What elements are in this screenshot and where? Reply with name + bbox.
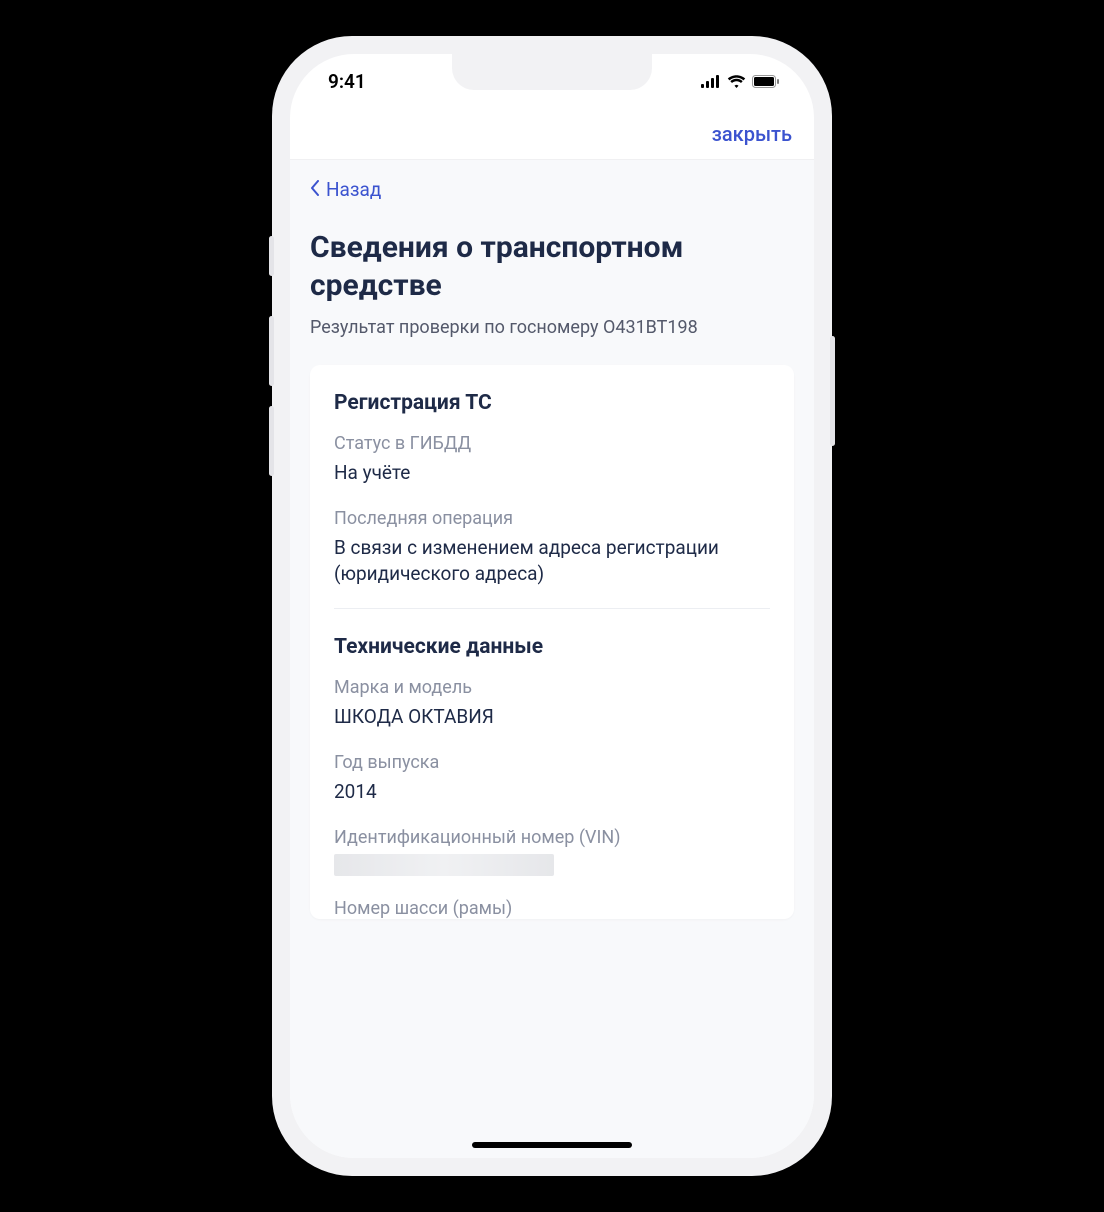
back-label: Назад <box>326 178 381 201</box>
phone-notch <box>452 54 652 90</box>
phone-frame: 9:41 закрыть Назад <box>272 36 832 1176</box>
page-subtitle: Результат проверки по госномеру О431ВТ19… <box>310 316 794 339</box>
home-indicator[interactable] <box>472 1142 632 1148</box>
make-model-field: Марка и модель ШКОДА ОКТАВИЯ <box>334 677 770 730</box>
nav-bar: закрыть <box>290 108 814 160</box>
registration-status-label: Статус в ГИБДД <box>334 433 770 454</box>
phone-power-button <box>830 336 835 446</box>
registration-status-value: На учёте <box>334 460 770 486</box>
content-area[interactable]: Назад Сведения о транспортном средстве Р… <box>290 160 814 1158</box>
year-label: Год выпуска <box>334 752 770 773</box>
make-model-value: ШКОДА ОКТАВИЯ <box>334 704 770 730</box>
phone-volume-down-button <box>269 406 274 476</box>
close-button[interactable]: закрыть <box>712 122 792 146</box>
registration-status-field: Статус в ГИБДД На учёте <box>334 433 770 486</box>
status-time: 9:41 <box>328 70 366 93</box>
chassis-label: Номер шасси (рамы) <box>334 898 770 919</box>
chassis-field: Номер шасси (рамы) <box>334 898 770 919</box>
status-icons <box>701 75 780 88</box>
vin-field: Идентификационный номер (VIN) <box>334 827 770 876</box>
technical-section-title: Технические данные <box>334 635 770 659</box>
phone-silence-switch <box>269 236 274 276</box>
phone-volume-up-button <box>269 316 274 386</box>
wifi-icon <box>727 75 746 88</box>
vin-value-redacted <box>334 854 554 876</box>
year-field: Год выпуска 2014 <box>334 752 770 805</box>
cellular-signal-icon <box>701 75 721 88</box>
registration-last-op-field: Последняя операция В связи с изменением … <box>334 508 770 586</box>
registration-last-op-value: В связи с изменением адреса регистрации … <box>334 535 770 586</box>
year-value: 2014 <box>334 779 770 805</box>
page-title: Сведения о транспортном средстве <box>310 229 794 304</box>
make-model-label: Марка и модель <box>334 677 770 698</box>
registration-section-title: Регистрация ТС <box>334 391 770 415</box>
back-button[interactable]: Назад <box>310 178 794 201</box>
info-card: Регистрация ТС Статус в ГИБДД На учёте П… <box>310 365 794 918</box>
phone-screen: 9:41 закрыть Назад <box>290 54 814 1158</box>
registration-last-op-label: Последняя операция <box>334 508 770 529</box>
vin-label: Идентификационный номер (VIN) <box>334 827 770 848</box>
section-divider <box>334 608 770 609</box>
battery-icon <box>752 75 780 88</box>
chevron-left-icon <box>310 178 320 201</box>
